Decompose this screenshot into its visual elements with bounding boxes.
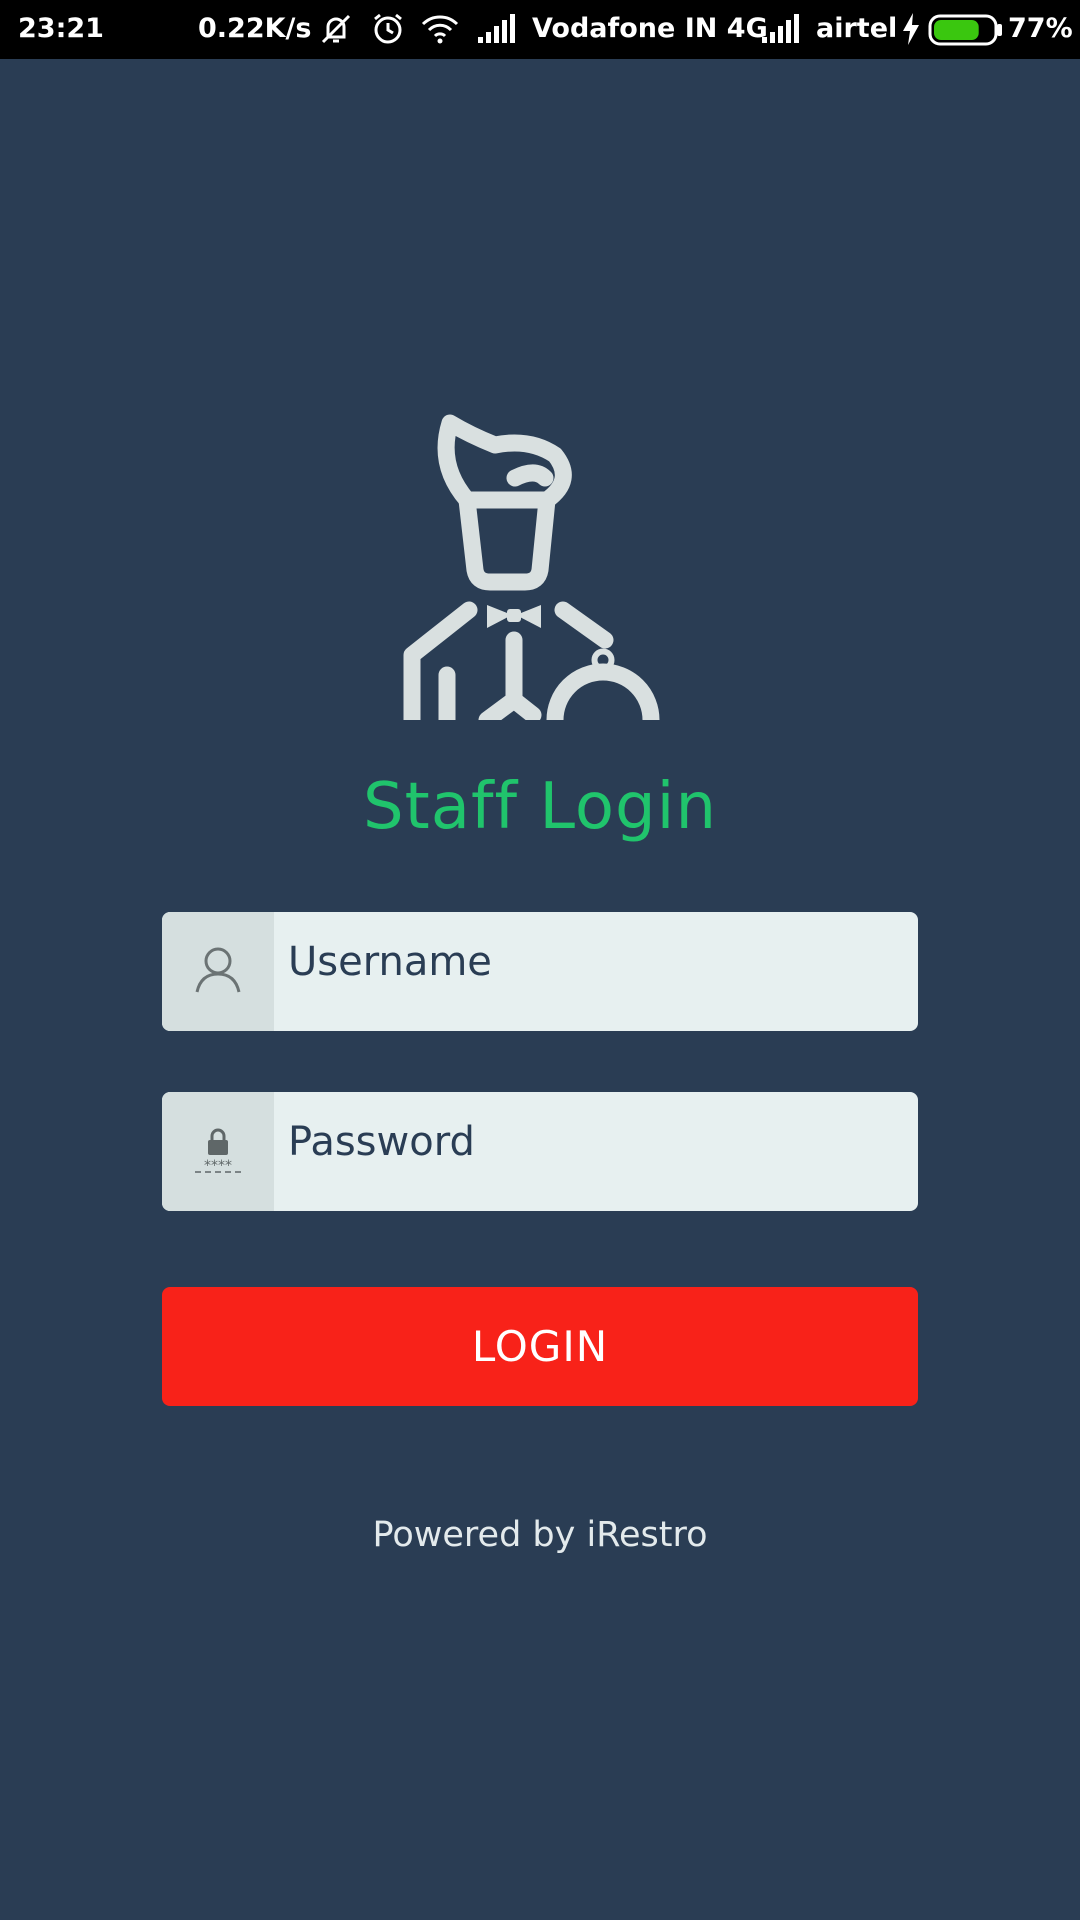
password-input[interactable] [274, 1092, 918, 1192]
password-field[interactable]: **** [162, 1092, 918, 1211]
status-carrier-2: airtel [816, 13, 898, 44]
alarm-icon [370, 11, 406, 54]
page-title: Staff Login [363, 770, 717, 844]
username-input[interactable] [274, 912, 918, 1012]
powered-by-text: Powered by iRestro [372, 1515, 708, 1555]
username-field[interactable] [162, 912, 918, 1031]
password-icon-box: **** [162, 1092, 274, 1211]
username-icon-box [162, 912, 274, 1031]
user-icon [193, 944, 243, 999]
status-time: 23:21 [18, 13, 104, 44]
wifi-icon [420, 11, 460, 54]
mute-notification-icon [318, 11, 354, 54]
login-screen: 23:21 0.22K/s Vodafone IN 4G airtel 77% … [0, 0, 1080, 1920]
status-carrier-1: Vodafone IN 4G [532, 13, 768, 44]
waiter-icon [395, 410, 685, 729]
status-bar: 23:21 0.22K/s Vodafone IN 4G airtel 77% [0, 0, 1080, 59]
battery-icon [928, 14, 1004, 53]
charging-icon [900, 11, 922, 54]
signal-icon [760, 11, 800, 54]
signal-icon [476, 11, 516, 54]
lock-icon: **** [191, 1124, 245, 1179]
login-button[interactable]: LOGIN [162, 1287, 918, 1406]
status-battery-percent: 77% [1008, 13, 1073, 44]
status-net-speed: 0.22K/s [198, 13, 312, 44]
